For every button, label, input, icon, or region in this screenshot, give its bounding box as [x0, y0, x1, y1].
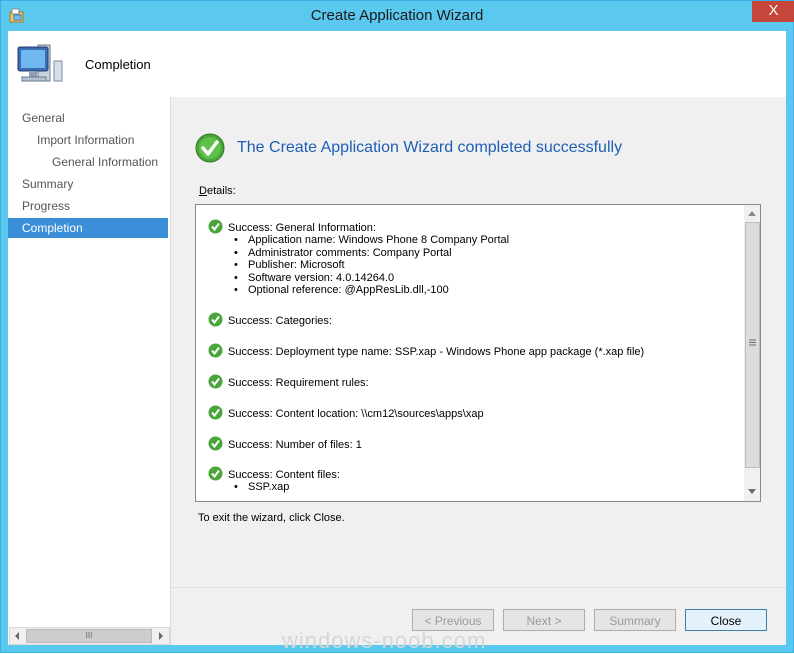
nav-item-progress[interactable]: Progress — [22, 196, 70, 216]
success-tick-icon — [208, 343, 223, 358]
success-tick-icon — [208, 436, 223, 451]
detail-bullet: Optional reference: @AppResLib.dll,-100 — [226, 284, 509, 297]
exit-instructions: To exit the wizard, click Close. — [198, 512, 345, 524]
wizard-main-panel: The Create Application Wizard completed … — [171, 97, 786, 645]
success-tick-icon — [208, 219, 223, 234]
details-vertical-scrollbar[interactable] — [744, 205, 760, 501]
page-title: Completion — [85, 57, 151, 72]
detail-entry-text: Success: Number of files: 1 — [228, 439, 362, 451]
window-close-button[interactable]: X — [752, 1, 794, 22]
scroll-down-arrow-icon[interactable] — [748, 489, 756, 495]
title-bar[interactable]: Create Application Wizard X — [1, 1, 794, 31]
wizard-header: Completion — [8, 31, 786, 97]
nav-item-completion[interactable]: Completion — [8, 218, 168, 238]
details-scroll-thumb[interactable] — [745, 222, 760, 468]
detail-entry-text: Success: Content files: — [228, 469, 340, 481]
completion-heading: The Create Application Wizard completed … — [237, 139, 623, 156]
scroll-left-arrow-icon[interactable] — [13, 632, 21, 640]
summary-button[interactable]: Summary — [594, 609, 676, 631]
nav-item-import-information[interactable]: Import Information — [37, 130, 134, 150]
detail-entry-text: Success: Categories: — [228, 315, 332, 327]
detail-entry-text: Success: Content location: \\cm12\source… — [228, 408, 484, 420]
scroll-up-arrow-icon[interactable] — [748, 210, 756, 216]
footer-divider — [171, 587, 786, 588]
nav-item-completion-label: Completion — [22, 221, 83, 235]
detail-bullet-list: Application name: Windows Phone 8 Compan… — [226, 234, 509, 297]
scroll-right-arrow-icon[interactable] — [157, 632, 165, 640]
next-button[interactable]: Next > — [503, 609, 585, 631]
detail-bullet: Software version: 4.0.14264.0 — [226, 272, 509, 285]
detail-entry-text: Success: Deployment type name: SSP.xap -… — [228, 346, 645, 358]
details-label-accesskey: D — [199, 185, 207, 197]
nav-item-summary[interactable]: Summary — [22, 174, 73, 194]
success-tick-icon — [208, 466, 223, 481]
nav-item-general-information[interactable]: General Information — [52, 152, 158, 172]
details-textbox[interactable]: Success: General Information: Applicatio… — [195, 204, 761, 502]
close-button[interactable]: Close — [685, 609, 767, 631]
computer-icon — [17, 44, 63, 82]
wizard-client-area: Completion General Import Information Ge… — [8, 31, 786, 645]
detail-bullet: Application name: Windows Phone 8 Compan… — [226, 234, 509, 247]
nav-horizontal-scrollbar[interactable]: III — [9, 627, 170, 645]
wizard-nav: General Import Information General Infor… — [8, 97, 171, 645]
wizard-window: Create Application Wizard X Completion G… — [0, 0, 794, 653]
success-tick-icon — [208, 405, 223, 420]
watermark: windows-noob.com — [282, 628, 487, 653]
scroll-grip-icon — [749, 339, 756, 346]
detail-entry-text: Success: Requirement rules: — [228, 377, 369, 389]
details-label: Details: — [199, 185, 236, 197]
details-label-text: etails: — [206, 185, 236, 197]
nav-item-general[interactable]: General — [22, 108, 65, 128]
nav-scroll-thumb[interactable]: III — [26, 629, 152, 643]
success-tick-icon — [208, 312, 223, 327]
window-title: Create Application Wizard — [310, 7, 484, 24]
detail-bullet-list: SSP.xap — [226, 481, 289, 494]
detail-bullet: Administrator comments: Company Portal — [226, 247, 509, 260]
detail-entry-text: Success: General Information: — [228, 222, 376, 234]
success-check-icon — [195, 133, 225, 163]
detail-bullet: SSP.xap — [226, 481, 289, 494]
success-tick-icon — [208, 374, 223, 389]
detail-bullet: Publisher: Microsoft — [226, 259, 509, 272]
